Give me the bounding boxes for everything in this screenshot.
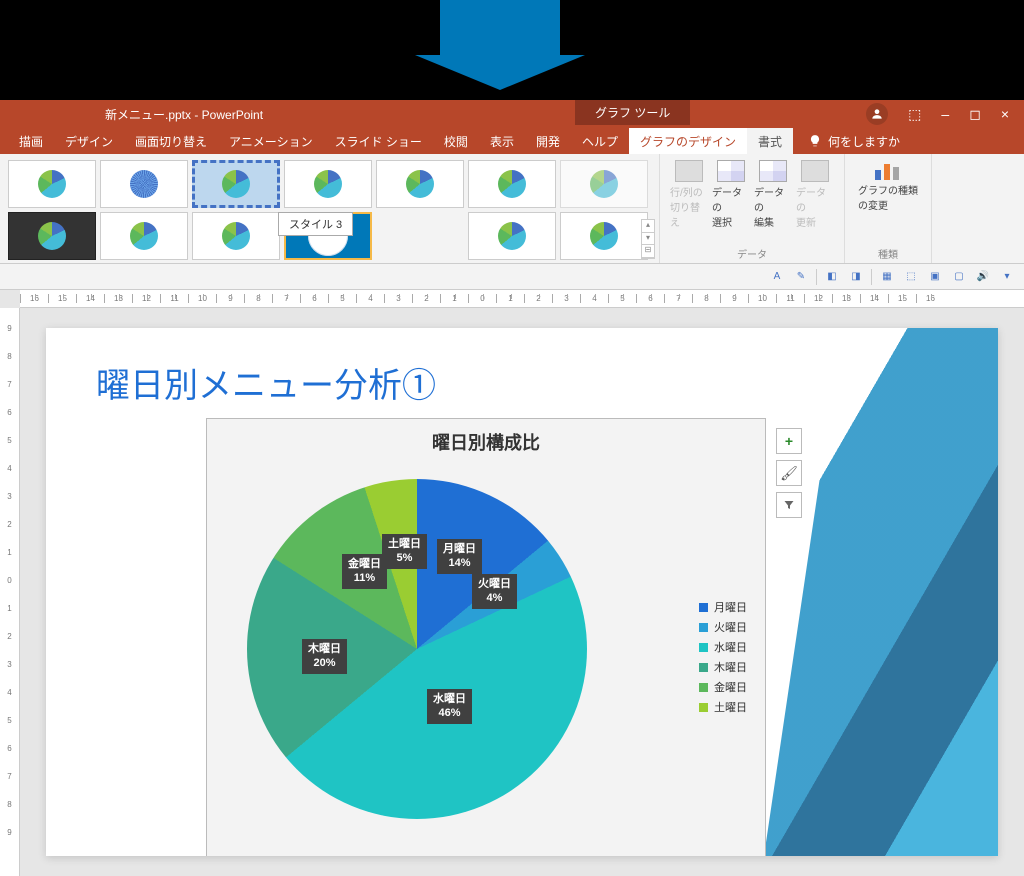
change-chart-type-button[interactable]: グラフの種類 の変更 <box>853 158 923 214</box>
pie-label-mon: 月曜日14% <box>437 539 482 574</box>
qat-shape-fill-icon[interactable]: ◧ <box>823 268 841 286</box>
chart-title[interactable]: 曜日別構成比 <box>207 419 765 465</box>
slide-background-shape <box>738 328 998 856</box>
pie-label-fri: 金曜日11% <box>342 554 387 589</box>
powerpoint-window: 新メニュー.pptx - PowerPoint グラフ ツール ⬚ – ◻ × … <box>0 100 1024 876</box>
switch-row-col-button: 行/列の 切り替え <box>668 158 710 231</box>
qat-arrange-icon[interactable]: ⬚ <box>902 268 920 286</box>
qat-audio-icon[interactable]: 🔊 <box>974 268 992 286</box>
tab-slideshow[interactable]: スライド ショー <box>324 128 433 155</box>
chart-side-buttons: + 🖌 <box>776 428 998 518</box>
chart-filters-button[interactable] <box>776 492 802 518</box>
chart-style-2[interactable] <box>100 160 188 208</box>
chart-style-5[interactable] <box>376 160 464 208</box>
document-title: 新メニュー.pptx - PowerPoint <box>105 106 263 123</box>
tab-draw[interactable]: 描画 <box>8 128 54 155</box>
chart-styles-button[interactable]: 🖌 <box>776 460 802 486</box>
legend-item: 土曜日 <box>699 699 747 715</box>
chart-style-11[interactable] <box>468 212 556 260</box>
pie-slices <box>247 479 587 819</box>
qat-shape-outline-icon[interactable]: ◨ <box>847 268 865 286</box>
pie-label-tue: 火曜日4% <box>472 574 517 609</box>
bar-chart-icon <box>873 160 903 182</box>
legend-item: 月曜日 <box>699 599 747 615</box>
select-data-button[interactable]: データの 選択 <box>710 158 752 231</box>
ribbon-tabs: 描画 デザイン 画面切り替え アニメーション スライド ショー 校閲 表示 開発… <box>0 128 1024 154</box>
chart-style-1[interactable] <box>8 160 96 208</box>
contextual-tab-label: グラフ ツール <box>575 100 690 125</box>
pie-label-thu: 木曜日20% <box>302 639 347 674</box>
group-label-type: 種類 <box>878 246 898 261</box>
close-button[interactable]: × <box>1001 106 1009 122</box>
chart-style-6[interactable] <box>468 160 556 208</box>
tell-me-search[interactable]: 何をしますか <box>808 133 900 150</box>
editor-area: 9876543210123456789 曜日別メニュー分析① 曜日別構成比 月曜… <box>0 308 1024 876</box>
chart-style-9[interactable] <box>100 212 188 260</box>
chart-elements-button[interactable]: + <box>776 428 802 454</box>
slide-canvas-area[interactable]: 曜日別メニュー分析① 曜日別構成比 月曜日14% 火曜日4% 水曜日46% 木曜… <box>20 308 1024 876</box>
chart-object[interactable]: 曜日別構成比 月曜日14% 火曜日4% 水曜日46% 木曜日20% 金曜日11%… <box>206 418 766 856</box>
qat-align-icon[interactable]: ▦ <box>878 268 896 286</box>
legend-item: 金曜日 <box>699 679 747 695</box>
tab-review[interactable]: 校閲 <box>433 128 479 155</box>
slide: 曜日別メニュー分析① 曜日別構成比 月曜日14% 火曜日4% 水曜日46% 木曜… <box>46 328 998 856</box>
chart-style-8[interactable] <box>8 212 96 260</box>
horizontal-ruler: 1615141312111098765432101234567891011121… <box>20 290 1024 308</box>
pie-chart: 月曜日14% 火曜日4% 水曜日46% 木曜日20% 金曜日11% 土曜日5% <box>247 479 587 819</box>
tab-view[interactable]: 表示 <box>479 128 525 155</box>
chart-legend: 月曜日火曜日水曜日木曜日金曜日土曜日 <box>699 599 747 719</box>
instruction-arrow <box>440 0 560 55</box>
tab-design[interactable]: デザイン <box>54 128 124 155</box>
group-label-data: データ <box>737 246 767 261</box>
vertical-ruler: 9876543210123456789 <box>0 308 20 876</box>
account-icon[interactable] <box>866 103 888 125</box>
tab-developer[interactable]: 開発 <box>525 128 571 155</box>
legend-item: 水曜日 <box>699 639 747 655</box>
edit-data-button[interactable]: データの 編集 <box>752 158 794 231</box>
chart-style-12[interactable] <box>560 212 648 260</box>
ribbon-group-data: 行/列の 切り替え データの 選択 データの 編集 データの 更新 データ <box>660 154 845 263</box>
qat-highlight-icon[interactable]: ✎ <box>792 268 810 286</box>
maximize-button[interactable]: ◻ <box>969 106 981 123</box>
slide-title[interactable]: 曜日別メニュー分析① <box>96 358 436 407</box>
refresh-data-button: データの 更新 <box>794 158 836 231</box>
minimize-button[interactable]: – <box>941 106 949 122</box>
legend-item: 木曜日 <box>699 659 747 675</box>
chart-style-7[interactable] <box>560 160 648 208</box>
tab-animations[interactable]: アニメーション <box>218 128 324 155</box>
tab-chart-design[interactable]: グラフのデザイン <box>629 128 747 155</box>
ribbon-body: スタイル 3 ▴▾⊟ 行/列の 切り替え データの 選択 データの 編集 データ… <box>0 154 1024 264</box>
qat-bring-front-icon[interactable]: ▣ <box>926 268 944 286</box>
qat-more-icon[interactable]: ▾ <box>998 268 1016 286</box>
style-tooltip: スタイル 3 <box>278 212 353 236</box>
title-bar: 新メニュー.pptx - PowerPoint グラフ ツール ⬚ – ◻ × <box>0 100 1024 128</box>
gallery-more-dropdown[interactable]: ▴▾⊟ <box>641 219 655 259</box>
quick-access-toolbar: A ✎ ◧ ◨ ▦ ⬚ ▣ ▢ 🔊 ▾ <box>0 264 1024 290</box>
tab-help[interactable]: ヘルプ <box>571 128 629 155</box>
filter-icon <box>783 499 795 511</box>
ribbon-group-type: グラフの種類 の変更 種類 <box>845 154 932 263</box>
tab-transitions[interactable]: 画面切り替え <box>124 128 218 155</box>
qat-font-color-icon[interactable]: A <box>768 268 786 286</box>
qat-send-back-icon[interactable]: ▢ <box>950 268 968 286</box>
tab-format[interactable]: 書式 <box>747 128 793 155</box>
pie-label-wed: 水曜日46% <box>427 689 472 724</box>
chart-style-10[interactable] <box>192 212 280 260</box>
lightbulb-icon <box>808 134 822 148</box>
chart-style-4[interactable] <box>284 160 372 208</box>
legend-item: 火曜日 <box>699 619 747 635</box>
pie-label-sat: 土曜日5% <box>382 534 427 569</box>
ribbon-display-options-icon[interactable]: ⬚ <box>908 106 921 123</box>
chart-styles-gallery: スタイル 3 ▴▾⊟ <box>0 154 660 263</box>
chart-style-3-selected[interactable] <box>192 160 280 208</box>
